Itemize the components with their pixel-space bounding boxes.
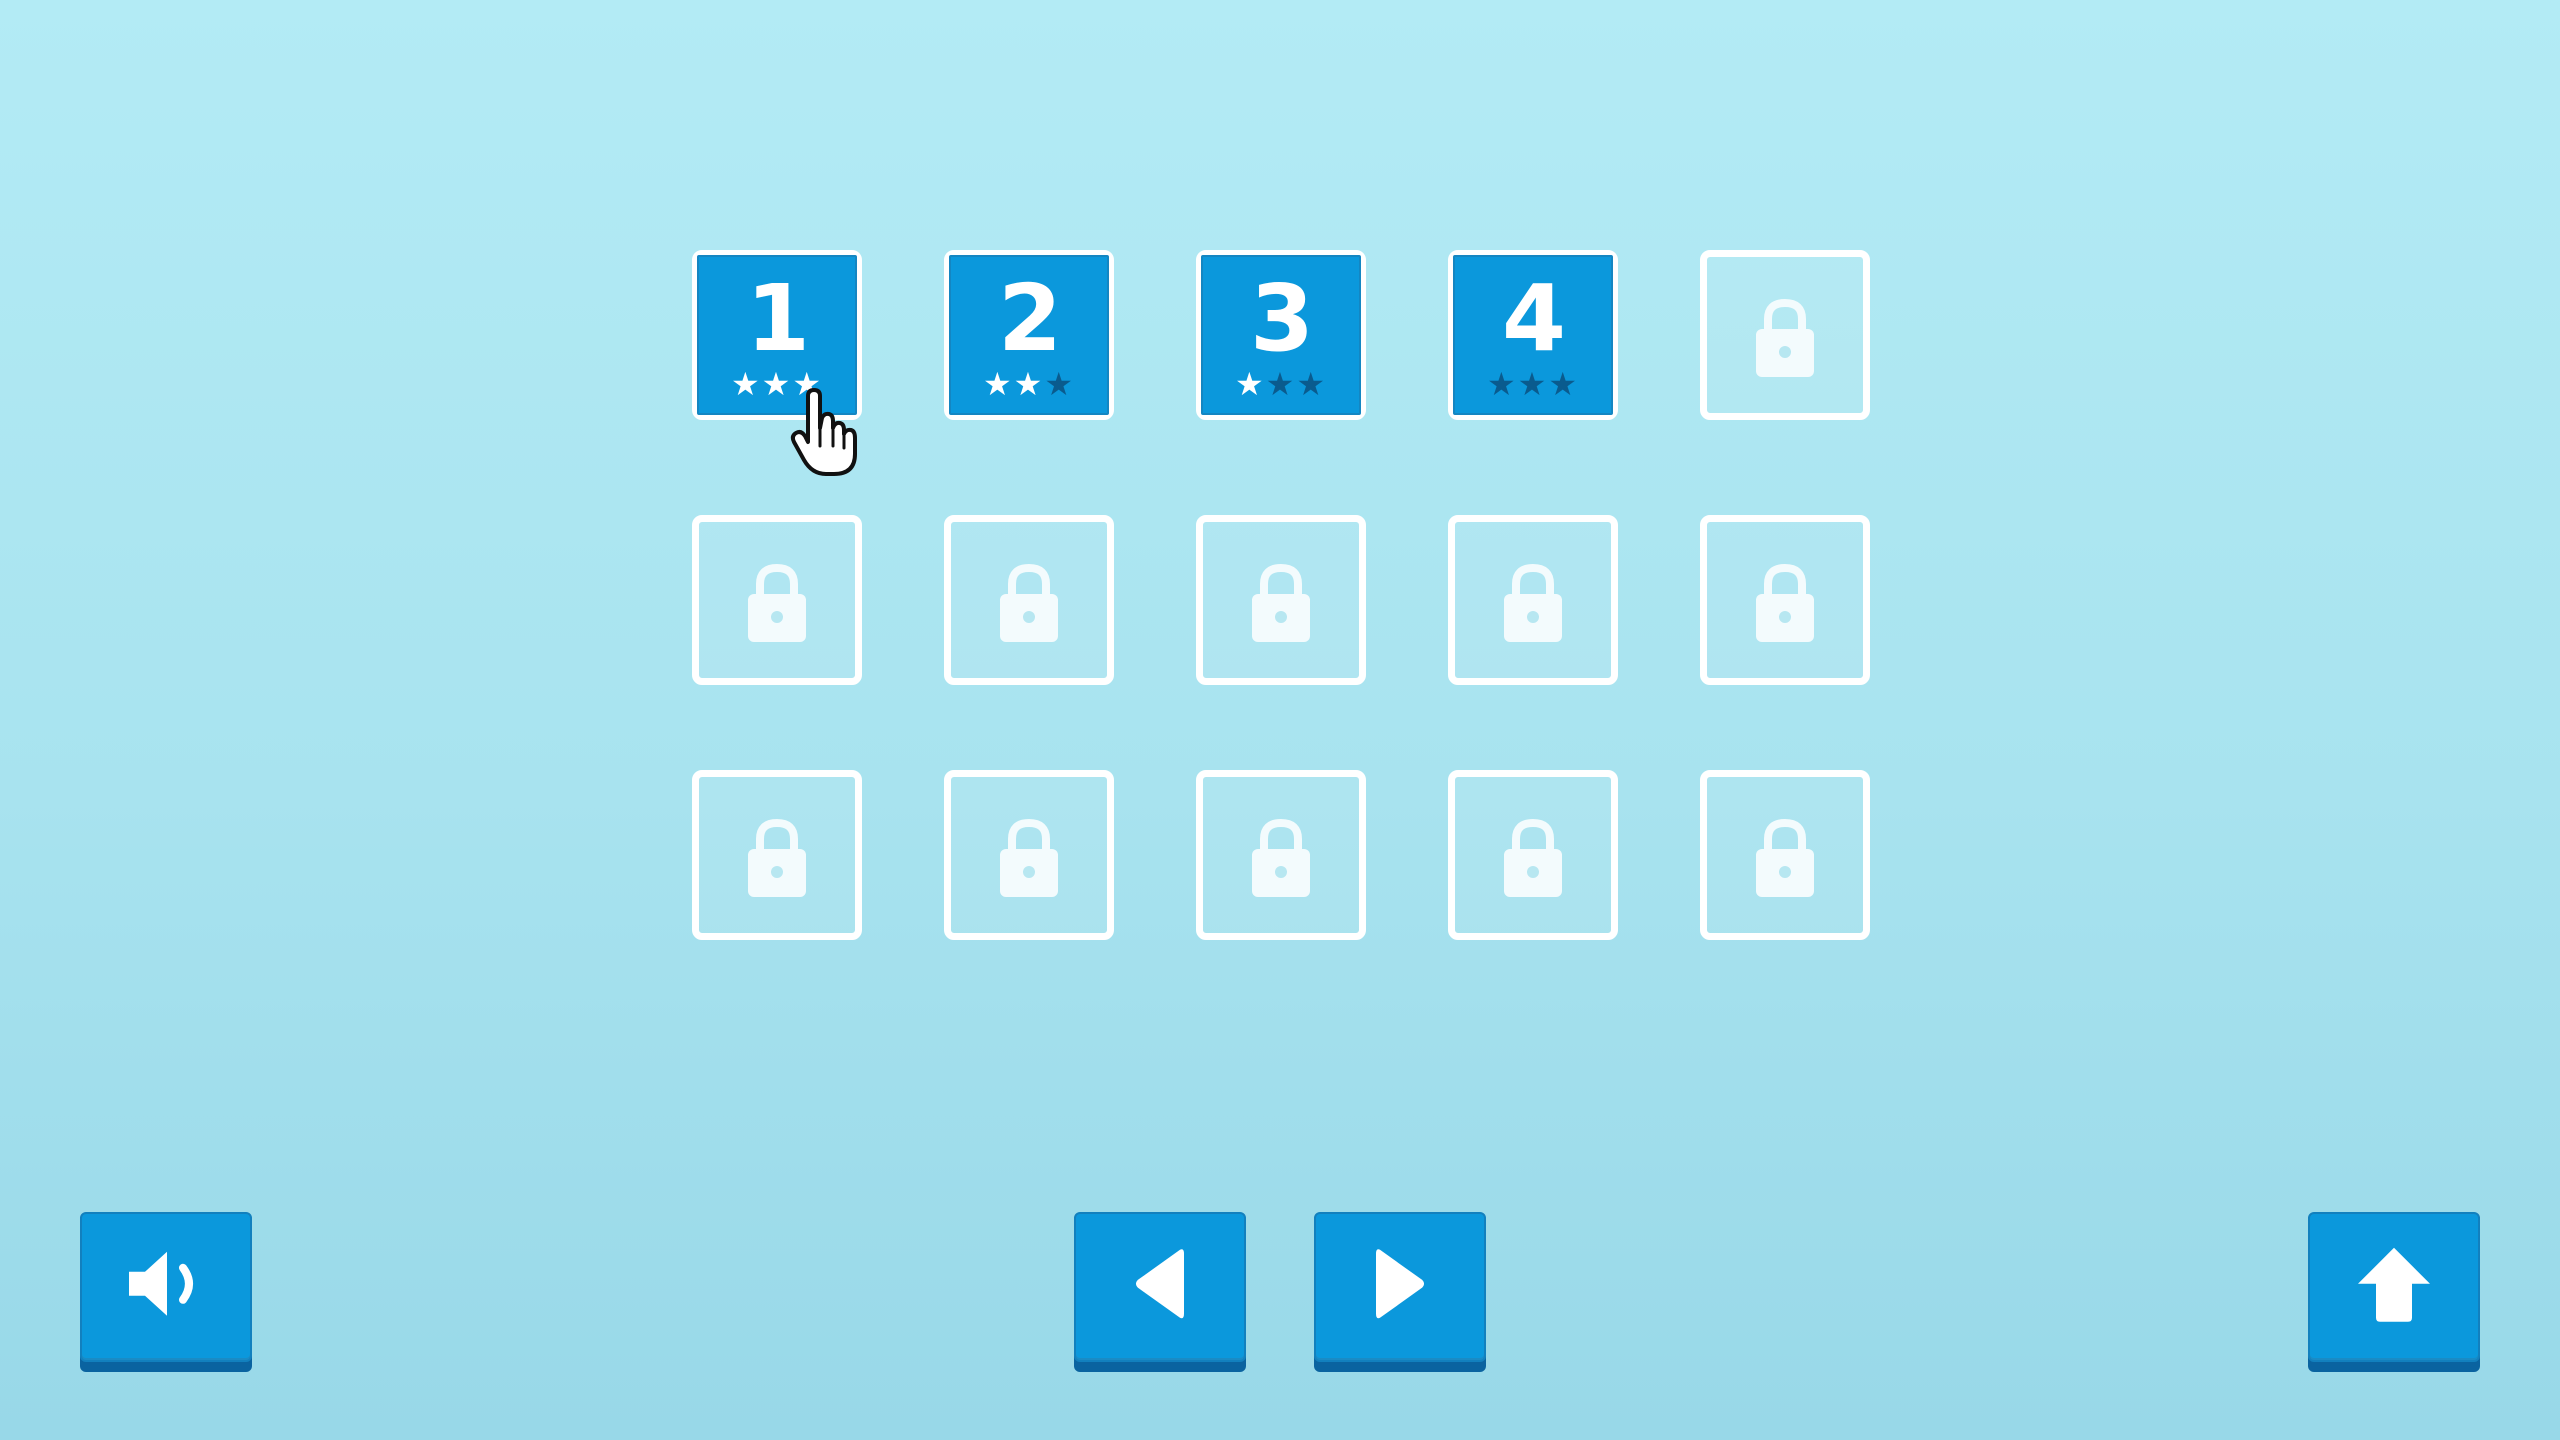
level-tile-face: 1 ★★★ — [697, 255, 857, 415]
level-number: 2 — [997, 265, 1062, 372]
lock-icon — [998, 815, 1060, 899]
star-empty-icon: ★ — [1548, 365, 1580, 403]
star-empty-icon: ★ — [1517, 365, 1549, 403]
star-empty-icon: ★ — [1296, 365, 1328, 403]
star-empty-icon: ★ — [1265, 365, 1297, 403]
arrow-right-icon — [1376, 1249, 1424, 1319]
lock-icon — [746, 560, 808, 644]
star-rating: ★★★ — [699, 367, 855, 401]
lock-icon — [1754, 295, 1816, 379]
level-tile-locked — [1700, 250, 1870, 420]
star-filled-icon: ★ — [1234, 365, 1266, 403]
lock-icon — [1502, 560, 1564, 644]
lock-icon — [1754, 560, 1816, 644]
next-page-button[interactable] — [1314, 1212, 1486, 1362]
arrow-left-icon — [1136, 1249, 1184, 1319]
sound-button[interactable] — [80, 1212, 252, 1362]
home-arrow-up-icon — [2358, 1247, 2430, 1322]
lock-icon — [1502, 815, 1564, 899]
previous-page-button[interactable] — [1074, 1212, 1246, 1362]
level-tile-locked — [1196, 770, 1366, 940]
speaker-icon — [129, 1251, 193, 1316]
lock-icon — [746, 815, 808, 899]
lock-icon — [1250, 560, 1312, 644]
level-tile-locked — [1448, 515, 1618, 685]
level-tile-face: 3 ★★★ — [1201, 255, 1361, 415]
level-tile-locked — [692, 515, 862, 685]
level-tile-locked — [944, 515, 1114, 685]
level-tile-1[interactable]: 1 ★★★ — [692, 250, 862, 420]
lock-icon — [1250, 815, 1312, 899]
level-number: 3 — [1249, 265, 1314, 372]
home-button[interactable] — [2308, 1212, 2480, 1362]
level-tile-locked — [692, 770, 862, 940]
lock-icon — [998, 560, 1060, 644]
level-number: 4 — [1501, 265, 1566, 372]
level-tile-face: 4 ★★★ — [1453, 255, 1613, 415]
level-tile-locked — [1448, 770, 1618, 940]
star-rating: ★★★ — [1455, 367, 1611, 401]
star-rating: ★★★ — [951, 367, 1107, 401]
star-filled-icon: ★ — [792, 365, 824, 403]
level-tile-3[interactable]: 3 ★★★ — [1196, 250, 1366, 420]
level-tile-locked — [1196, 515, 1366, 685]
star-filled-icon: ★ — [1013, 365, 1045, 403]
lock-icon — [1754, 815, 1816, 899]
level-tile-2[interactable]: 2 ★★★ — [944, 250, 1114, 420]
level-tile-locked — [944, 770, 1114, 940]
star-empty-icon: ★ — [1486, 365, 1518, 403]
star-filled-icon: ★ — [982, 365, 1014, 403]
level-tile-locked — [1700, 515, 1870, 685]
level-tile-4[interactable]: 4 ★★★ — [1448, 250, 1618, 420]
star-filled-icon: ★ — [761, 365, 793, 403]
star-rating: ★★★ — [1203, 367, 1359, 401]
level-grid: 1 ★★★ 2 ★★★ 3 ★★★ 4 ★★★ — [0, 0, 2560, 1440]
star-empty-icon: ★ — [1044, 365, 1076, 403]
level-number: 1 — [745, 265, 810, 372]
star-filled-icon: ★ — [730, 365, 762, 403]
level-tile-locked — [1700, 770, 1870, 940]
level-tile-face: 2 ★★★ — [949, 255, 1109, 415]
